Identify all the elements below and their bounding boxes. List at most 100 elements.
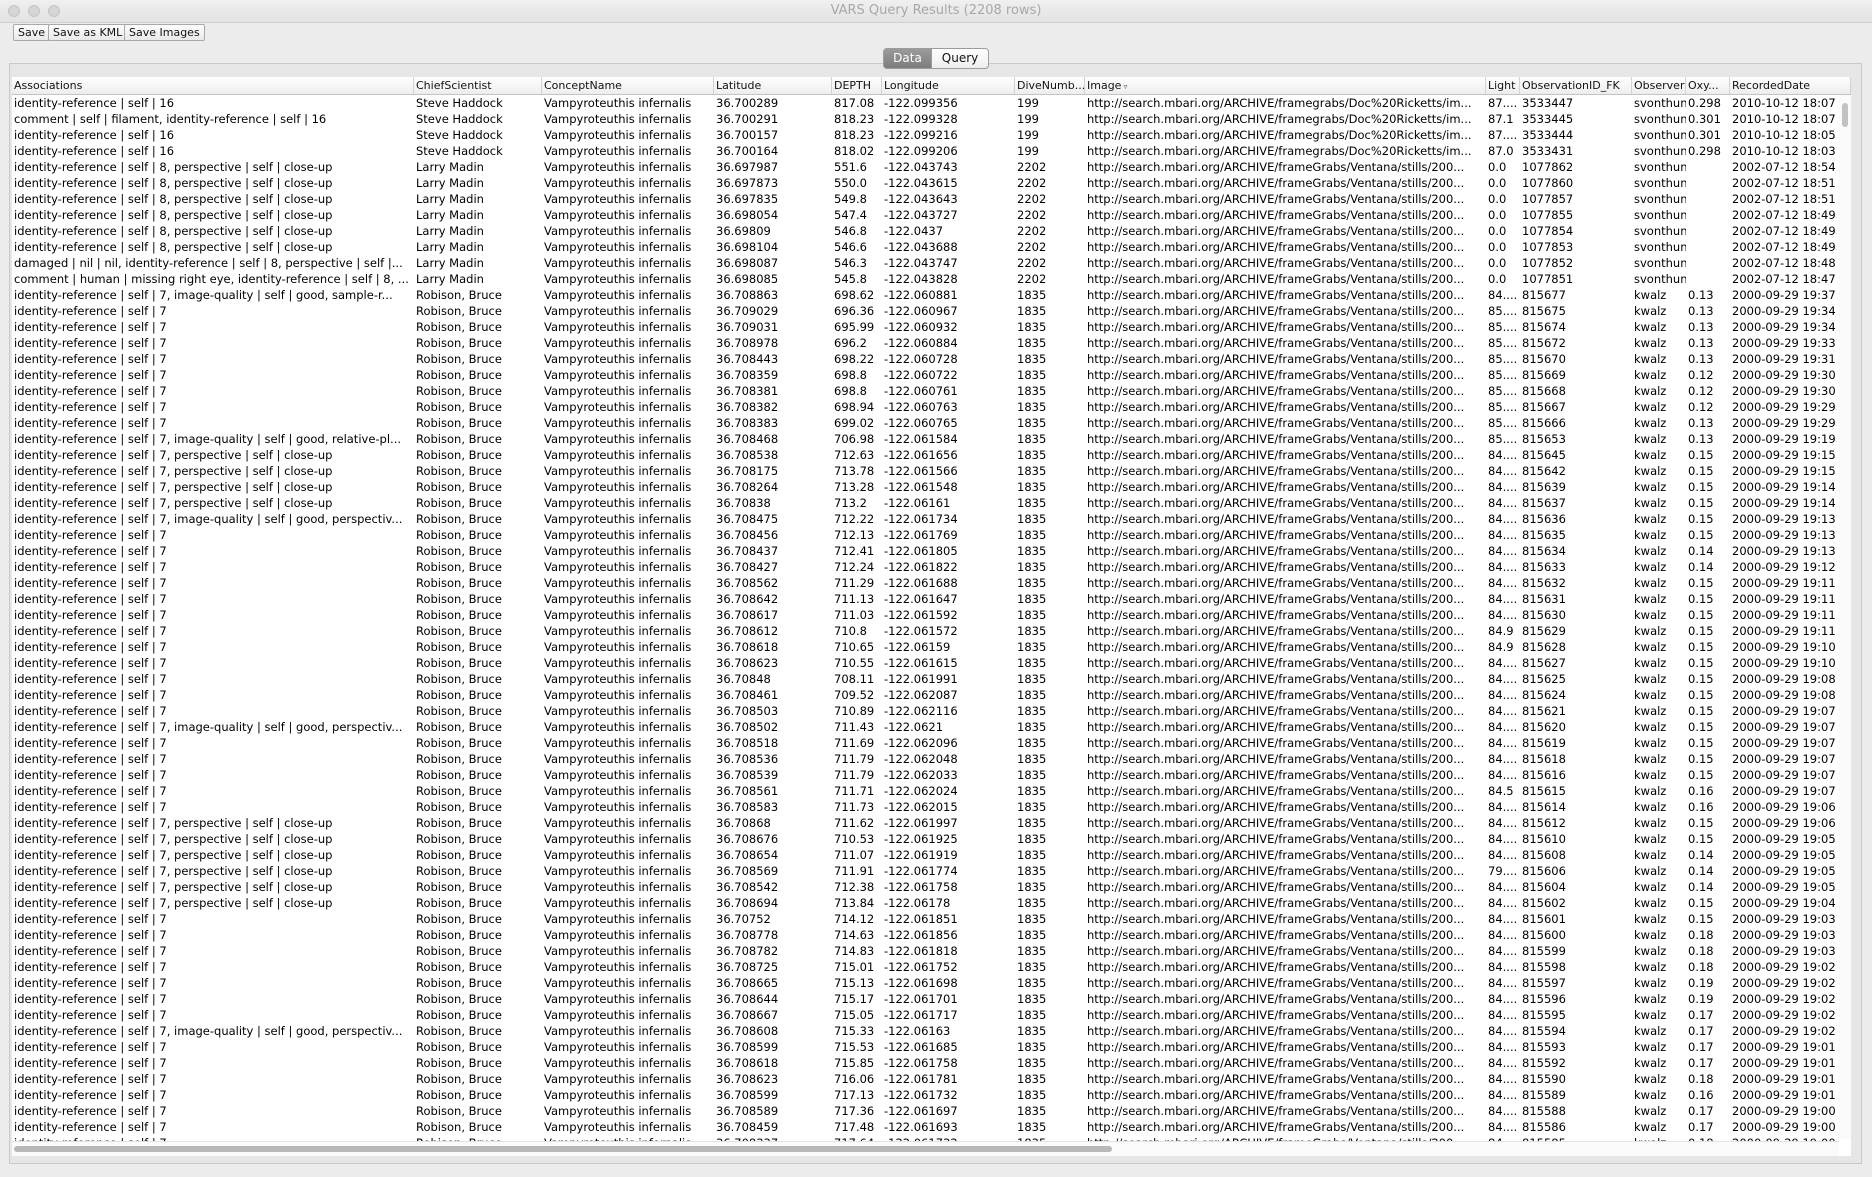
- table-row[interactable]: identity-reference | self | 7 Robison, Br…: [12, 591, 1851, 607]
- table-row[interactable]: identity-reference | self | 7 Robison, Br…: [12, 351, 1851, 367]
- table-row[interactable]: identity-reference | self | 7 Robison, Br…: [12, 1007, 1851, 1023]
- table-row[interactable]: identity-reference | self | 7, image-qua…: [12, 431, 1851, 447]
- table-row[interactable]: identity-reference | self | 7 Robison, Br…: [12, 783, 1851, 799]
- table-row[interactable]: identity-reference | self | 7, image-qua…: [12, 511, 1851, 527]
- table-row[interactable]: identity-reference | self | 7 Robison, Br…: [12, 383, 1851, 399]
- table-row[interactable]: identity-reference | self | 7, perspecti…: [12, 447, 1851, 463]
- cell-concept-name: Vampyroteuthis infernalis: [544, 1024, 692, 1038]
- cell-concept-name: Vampyroteuthis infernalis: [544, 736, 692, 750]
- table-row[interactable]: identity-reference | self | 8, perspecti…: [12, 239, 1851, 255]
- table-row[interactable]: identity-reference | self | 7 Robison, Br…: [12, 543, 1851, 559]
- table-row[interactable]: identity-reference | self | 7 Robison, Br…: [12, 1119, 1851, 1135]
- column-header-observer[interactable]: Observer: [1632, 77, 1686, 94]
- tab-query[interactable]: Query: [931, 48, 989, 69]
- table-row[interactable]: identity-reference | self | 7 Robison, Br…: [12, 671, 1851, 687]
- table-row[interactable]: identity-reference | self | 7, perspecti…: [12, 831, 1851, 847]
- table-row[interactable]: identity-reference | self | 7 Robison, Br…: [12, 1087, 1851, 1103]
- table-row[interactable]: identity-reference | self | 7 Robison, Br…: [12, 559, 1851, 575]
- column-header-latitude[interactable]: Latitude: [714, 77, 832, 94]
- table-row[interactable]: identity-reference | self | 7 Robison, Br…: [12, 399, 1851, 415]
- table-row[interactable]: identity-reference | self | 16 Steve Hadd…: [12, 95, 1851, 111]
- cell-observer: svonthun: [1634, 176, 1686, 190]
- column-header-depth[interactable]: DEPTH: [832, 77, 882, 94]
- table-row[interactable]: identity-reference | self | 7 Robison, Br…: [12, 735, 1851, 751]
- cell-image: http://search.mbari.org/ARCHIVE/frameGra…: [1087, 944, 1465, 958]
- column-header-recorded-date[interactable]: RecordedDate: [1730, 77, 1851, 94]
- table-row[interactable]: identity-reference | self | 7, perspecti…: [12, 495, 1851, 511]
- cell-light: 84.5: [1488, 784, 1514, 798]
- table-row[interactable]: identity-reference | self | 7 Robison, Br…: [12, 927, 1851, 943]
- column-header-chief-scientist[interactable]: ChiefScientist: [414, 77, 542, 94]
- table-row[interactable]: identity-reference | self | 7, perspecti…: [12, 879, 1851, 895]
- column-header-dive-number[interactable]: DiveNumb...: [1015, 77, 1085, 94]
- vertical-scrollbar[interactable]: [1839, 95, 1851, 1139]
- table-row[interactable]: identity-reference | self | 7 Robison, Br…: [12, 911, 1851, 927]
- vertical-scroll-thumb[interactable]: [1842, 103, 1848, 127]
- table-row[interactable]: identity-reference | self | 8, perspecti…: [12, 175, 1851, 191]
- table-row[interactable]: identity-reference | self | 7 Robison, Br…: [12, 415, 1851, 431]
- save-images-button[interactable]: Save Images: [124, 24, 205, 41]
- column-header-concept-name[interactable]: ConceptName: [542, 77, 714, 94]
- table-row[interactable]: identity-reference | self | 7 Robison, Br…: [12, 687, 1851, 703]
- table-row[interactable]: comment | human | missing right eye, ide…: [12, 271, 1851, 287]
- table-row[interactable]: identity-reference | self | 7 Robison, Br…: [12, 335, 1851, 351]
- table-row[interactable]: identity-reference | self | 7 Robison, Br…: [12, 655, 1851, 671]
- column-header-image[interactable]: Image ▿: [1085, 77, 1486, 94]
- table-row[interactable]: identity-reference | self | 7 Robison, Br…: [12, 527, 1851, 543]
- table-row[interactable]: identity-reference | self | 7 Robison, Br…: [12, 799, 1851, 815]
- table-row[interactable]: identity-reference | self | 7 Robison, Br…: [12, 1071, 1851, 1087]
- cell-recorded-date: 2000-09-29 19:00: [1732, 1104, 1836, 1118]
- table-row[interactable]: identity-reference | self | 7 Robison, Br…: [12, 1103, 1851, 1119]
- cell-depth: 715.01: [834, 960, 875, 974]
- horizontal-scroll-thumb[interactable]: [14, 1146, 1112, 1152]
- table-row[interactable]: identity-reference | self | 7 Robison, Br…: [12, 607, 1851, 623]
- cell-image: http://search.mbari.org/ARCHIVE/frameGra…: [1087, 880, 1465, 894]
- table-row[interactable]: identity-reference | self | 7, image-qua…: [12, 287, 1851, 303]
- save-as-kml-button[interactable]: Save as KML: [48, 24, 128, 41]
- table-row[interactable]: identity-reference | self | 7 Robison, Br…: [12, 1055, 1851, 1071]
- table-row[interactable]: identity-reference | self | 7 Robison, Br…: [12, 767, 1851, 783]
- column-header-longitude[interactable]: Longitude: [882, 77, 1015, 94]
- cell-observation-id: 815598: [1522, 960, 1566, 974]
- table-row[interactable]: identity-reference | self | 8, perspecti…: [12, 191, 1851, 207]
- table-row[interactable]: comment | self | filament, identity-refe…: [12, 111, 1851, 127]
- table-row[interactable]: identity-reference | self | 7, image-qua…: [12, 719, 1851, 735]
- table-row[interactable]: identity-reference | self | 7 Robison, Br…: [12, 367, 1851, 383]
- table-row[interactable]: identity-reference | self | 7 Robison, Br…: [12, 1039, 1851, 1055]
- column-header-associations[interactable]: Associations: [12, 77, 414, 94]
- table-row[interactable]: identity-reference | self | 7, perspecti…: [12, 479, 1851, 495]
- table-row[interactable]: identity-reference | self | 16 Steve Hadd…: [12, 127, 1851, 143]
- save-button[interactable]: Save: [13, 24, 51, 41]
- table-row[interactable]: identity-reference | self | 7 Robison, Br…: [12, 959, 1851, 975]
- table-row[interactable]: identity-reference | self | 7 Robison, Br…: [12, 623, 1851, 639]
- table-row[interactable]: identity-reference | self | 7, perspecti…: [12, 815, 1851, 831]
- table-row[interactable]: identity-reference | self | 7 Robison, Br…: [12, 575, 1851, 591]
- cell-longitude: -122.061919: [884, 848, 958, 862]
- table-row[interactable]: identity-reference | self | 7 Robison, Br…: [12, 943, 1851, 959]
- cell-concept-name: Vampyroteuthis infernalis: [544, 816, 692, 830]
- table-row[interactable]: identity-reference | self | 8, perspecti…: [12, 207, 1851, 223]
- tab-data[interactable]: Data: [883, 48, 932, 69]
- column-header-light[interactable]: Light: [1486, 77, 1520, 94]
- table-row[interactable]: identity-reference | self | 7 Robison, Br…: [12, 303, 1851, 319]
- table-row[interactable]: identity-reference | self | 8, perspecti…: [12, 223, 1851, 239]
- table-row[interactable]: identity-reference | self | 7, perspecti…: [12, 847, 1851, 863]
- table-row[interactable]: identity-reference | self | 7, perspecti…: [12, 463, 1851, 479]
- table-row[interactable]: identity-reference | self | 7, perspecti…: [12, 895, 1851, 911]
- cell-associations: identity-reference | self | 7: [14, 576, 167, 590]
- column-header-observation-id[interactable]: ObservationID_FK: [1520, 77, 1632, 94]
- table-row[interactable]: identity-reference | self | 16 Steve Hadd…: [12, 143, 1851, 159]
- table-row[interactable]: identity-reference | self | 7 Robison, Br…: [12, 751, 1851, 767]
- column-header-oxygen[interactable]: Oxy...: [1686, 77, 1730, 94]
- table-row[interactable]: identity-reference | self | 7, image-qua…: [12, 1023, 1851, 1039]
- table-row[interactable]: identity-reference | self | 7 Robison, Br…: [12, 991, 1851, 1007]
- table-row[interactable]: damaged | nil | nil, identity-reference …: [12, 255, 1851, 271]
- cell-latitude: 36.708694: [716, 896, 779, 910]
- table-row[interactable]: identity-reference | self | 7 Robison, Br…: [12, 975, 1851, 991]
- table-row[interactable]: identity-reference | self | 7 Robison, Br…: [12, 319, 1851, 335]
- table-row[interactable]: identity-reference | self | 7, perspecti…: [12, 863, 1851, 879]
- table-row[interactable]: identity-reference | self | 8, perspecti…: [12, 159, 1851, 175]
- table-row[interactable]: identity-reference | self | 7 Robison, Br…: [12, 703, 1851, 719]
- table-row[interactable]: identity-reference | self | 7 Robison, Br…: [12, 639, 1851, 655]
- horizontal-scrollbar[interactable]: [12, 1141, 1839, 1156]
